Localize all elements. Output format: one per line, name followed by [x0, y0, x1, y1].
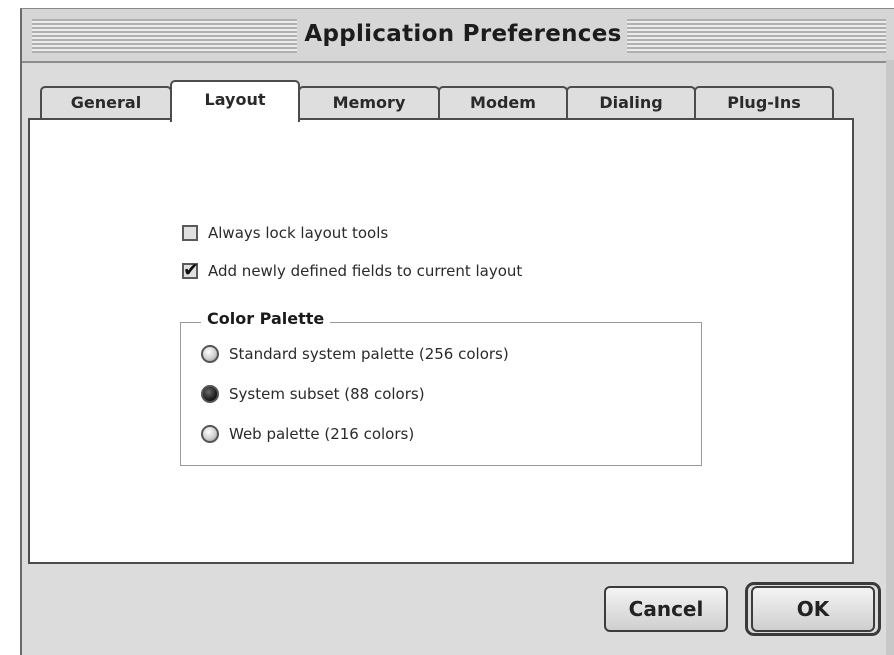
- title-bar-stripes-right: [627, 19, 886, 53]
- palette-option-subset[interactable]: System subset (88 colors): [201, 385, 425, 403]
- standard-palette-label: Standard system palette (256 colors): [229, 345, 509, 363]
- window-right-edge: [886, 60, 894, 655]
- web-palette-label: Web palette (216 colors): [229, 425, 415, 443]
- tab-layout[interactable]: Layout: [170, 80, 300, 122]
- layout-tab-panel: Always lock layout tools Add newly defin…: [28, 118, 854, 564]
- tab-dialing[interactable]: Dialing: [566, 86, 696, 120]
- tab-bar: General Layout Memory Modem Dialing Plug…: [40, 78, 840, 122]
- tab-modem[interactable]: Modem: [438, 86, 568, 120]
- standard-palette-radio[interactable]: [201, 345, 219, 363]
- title-bar-stripes-left: [32, 19, 297, 53]
- window-title: Application Preferences: [304, 21, 622, 47]
- palette-option-standard[interactable]: Standard system palette (256 colors): [201, 345, 509, 363]
- color-palette-label: Color Palette: [201, 309, 331, 328]
- color-palette-group: Color Palette Standard system palette (2…: [180, 309, 702, 466]
- add-fields-checkbox[interactable]: [182, 259, 199, 281]
- web-palette-radio[interactable]: [201, 425, 219, 443]
- tab-memory[interactable]: Memory: [298, 86, 440, 120]
- tab-plug-ins[interactable]: Plug-Ins: [694, 86, 834, 120]
- always-lock-label: Always lock layout tools: [208, 224, 389, 242]
- system-subset-radio[interactable]: [201, 385, 219, 403]
- add-fields-row[interactable]: Add newly defined fields to current layo…: [182, 259, 523, 281]
- tab-general[interactable]: General: [40, 86, 172, 120]
- cancel-button[interactable]: Cancel: [604, 586, 728, 632]
- system-subset-label: System subset (88 colors): [229, 385, 425, 403]
- ok-button[interactable]: OK: [751, 586, 875, 632]
- add-fields-label: Add newly defined fields to current layo…: [208, 262, 523, 280]
- palette-option-web[interactable]: Web palette (216 colors): [201, 425, 414, 443]
- always-lock-row[interactable]: Always lock layout tools: [182, 224, 388, 242]
- always-lock-checkbox[interactable]: [182, 225, 198, 241]
- title-bar[interactable]: Application Preferences: [22, 9, 894, 63]
